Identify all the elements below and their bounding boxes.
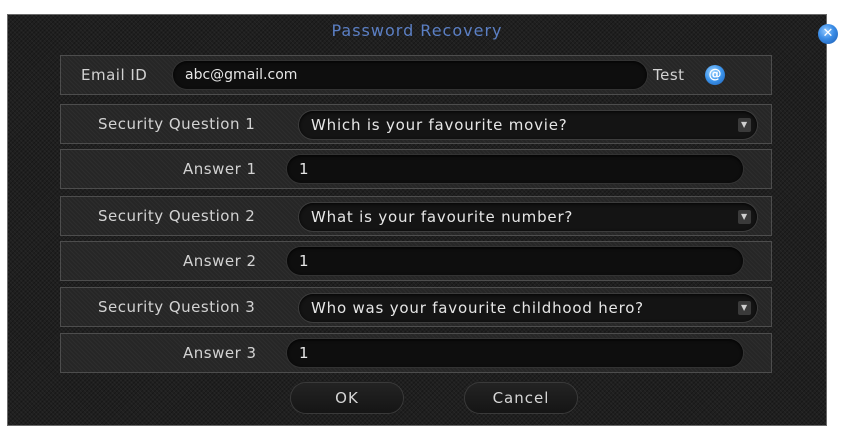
answer-3-label: Answer 3 (183, 344, 257, 362)
ok-button[interactable]: OK (291, 383, 403, 413)
security-question-3-select[interactable]: Who was your favourite childhood hero? ▼ (299, 294, 757, 322)
email-row: Email ID abc@gmail.com Test @ (60, 55, 772, 95)
security-question-1-select[interactable]: Which is your favourite movie? ▼ (299, 111, 757, 139)
cancel-button[interactable]: Cancel (465, 383, 577, 413)
test-label: Test (653, 66, 685, 84)
security-question-2-value: What is your favourite number? (311, 208, 574, 226)
security-question-3-value: Who was your favourite childhood hero? (311, 299, 644, 317)
answer-1-input[interactable]: 1 (287, 155, 743, 183)
security-question-1-label: Security Question 1 (98, 115, 256, 133)
answer-2-label: Answer 2 (183, 252, 257, 270)
password-recovery-dialog: Password Recovery Email ID abc@gmail.com… (7, 14, 827, 426)
answer-3-row: Answer 3 1 (60, 333, 772, 373)
answer-3-input[interactable]: 1 (287, 339, 743, 367)
dialog-title: Password Recovery (331, 21, 503, 40)
email-label: Email ID (81, 66, 148, 84)
answer-1-label: Answer 1 (183, 160, 257, 178)
answer-2-row: Answer 2 1 (60, 241, 772, 281)
chevron-down-icon[interactable]: ▼ (738, 301, 751, 315)
email-input[interactable]: abc@gmail.com (173, 61, 647, 89)
answer-1-row: Answer 1 1 (60, 149, 772, 189)
at-icon[interactable]: @ (705, 65, 725, 85)
security-question-3-row: Security Question 3 Who was your favouri… (60, 287, 772, 327)
security-question-1-value: Which is your favourite movie? (311, 116, 568, 134)
security-question-2-label: Security Question 2 (98, 207, 256, 225)
chevron-down-icon[interactable]: ▼ (738, 210, 751, 224)
security-question-2-select[interactable]: What is your favourite number? ▼ (299, 203, 757, 231)
security-question-3-label: Security Question 3 (98, 298, 256, 316)
close-icon[interactable]: ✕ (818, 24, 838, 44)
answer-2-input[interactable]: 1 (287, 247, 743, 275)
chevron-down-icon[interactable]: ▼ (738, 118, 751, 132)
security-question-1-row: Security Question 1 Which is your favour… (60, 104, 772, 144)
security-question-2-row: Security Question 2 What is your favouri… (60, 196, 772, 236)
